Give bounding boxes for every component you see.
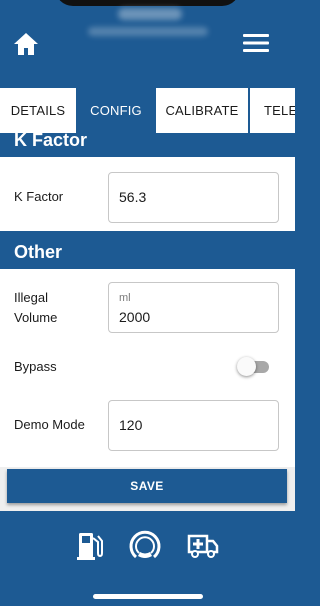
illegal-volume-input[interactable]: ml 2000 [108,282,279,333]
k-factor-input[interactable]: 56.3 [108,172,279,223]
ambulance-icon [187,534,219,558]
tab-details[interactable]: DETAILS [0,88,76,133]
nav-gauge-button[interactable] [126,528,164,562]
demo-mode-input[interactable]: 120 [108,400,279,451]
hamburger-menu-icon [243,34,269,52]
save-bar: SAVE [0,467,295,511]
home-icon [14,33,38,55]
bypass-label: Bypass [14,359,57,374]
toggle-thumb [237,357,256,376]
illegal-volume-value: 2000 [119,309,151,325]
fuel-pump-icon [77,533,103,560]
app-bar [0,0,295,88]
redacted-subtitle [88,27,208,36]
home-button[interactable] [10,28,42,60]
bypass-toggle[interactable] [237,357,269,376]
home-indicator[interactable] [93,594,203,599]
gauge-icon [129,530,161,559]
tab-config[interactable]: CONFIG [78,88,154,133]
config-content[interactable]: K Factor K Factor 56.3 Other Illegal Vol… [0,133,295,511]
app-screen: DETAILS CONFIG CALIBRATE TELE K Factor K… [0,0,295,606]
illegal-volume-unit: ml [119,292,131,304]
bottom-nav [0,511,295,606]
tab-bar: DETAILS CONFIG CALIBRATE TELE [0,88,295,133]
demo-mode-label: Demo Mode [14,417,85,432]
menu-button[interactable] [240,28,272,58]
device-notch [55,0,240,6]
redacted-title [118,8,182,20]
other-section-header: Other [0,231,295,269]
tab-tele[interactable]: TELE [250,88,295,133]
nav-fuel-button[interactable] [75,528,105,562]
nav-ambulance-button[interactable] [185,528,221,562]
k-factor-section-header: K Factor [0,133,295,157]
tab-calibrate[interactable]: CALIBRATE [156,88,248,133]
save-button[interactable]: SAVE [7,469,287,503]
k-factor-label: K Factor [14,189,64,204]
illegal-volume-label: Illegal Volume [14,290,58,325]
